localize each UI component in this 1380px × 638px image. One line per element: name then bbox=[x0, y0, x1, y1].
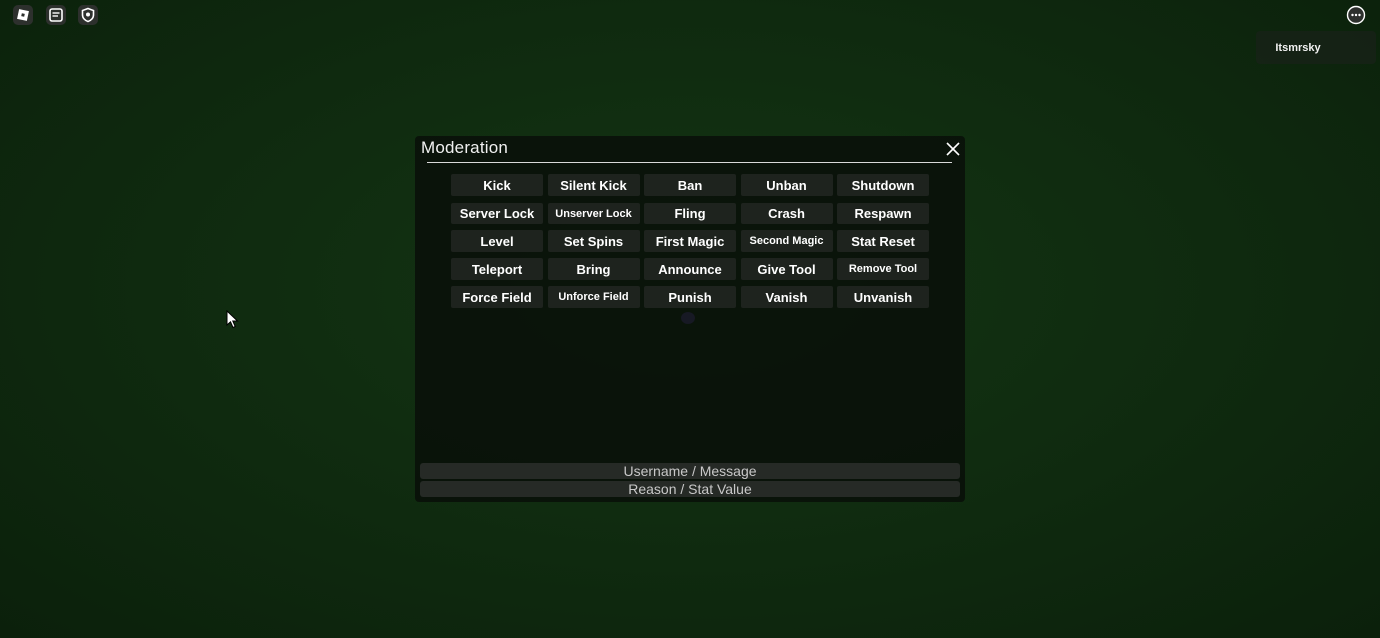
silent-kick-button[interactable]: Silent Kick bbox=[547, 174, 640, 196]
kick-button[interactable]: Kick bbox=[451, 174, 543, 196]
reason-stat-value-input[interactable] bbox=[420, 481, 960, 497]
force-field-button[interactable]: Force Field bbox=[451, 286, 543, 308]
bring-button[interactable]: Bring bbox=[547, 258, 640, 280]
unban-button[interactable]: Unban bbox=[740, 174, 833, 196]
chat-icon[interactable] bbox=[44, 3, 68, 27]
level-button[interactable]: Level bbox=[451, 230, 543, 252]
vanish-button[interactable]: Vanish bbox=[740, 286, 833, 308]
close-icon bbox=[946, 142, 960, 156]
teleport-button[interactable]: Teleport bbox=[451, 258, 543, 280]
second-magic-button[interactable]: Second Magic bbox=[740, 230, 833, 252]
ban-button[interactable]: Ban bbox=[644, 174, 736, 196]
shield-icon[interactable] bbox=[76, 3, 100, 27]
punish-button[interactable]: Punish bbox=[644, 286, 736, 308]
moderation-panel: Moderation Kick Silent Kick Ban Unban Sh… bbox=[415, 136, 965, 502]
unforce-field-button[interactable]: Unforce Field bbox=[547, 286, 640, 308]
announce-button[interactable]: Announce bbox=[644, 258, 736, 280]
unvanish-button[interactable]: Unvanish bbox=[837, 286, 929, 308]
remove-tool-button[interactable]: Remove Tool bbox=[837, 258, 929, 280]
close-button[interactable] bbox=[943, 139, 963, 159]
more-options-icon[interactable] bbox=[1344, 3, 1368, 27]
player-name[interactable]: Itsmrsky bbox=[1275, 42, 1320, 54]
set-spins-button[interactable]: Set Spins bbox=[547, 230, 640, 252]
server-lock-button[interactable]: Server Lock bbox=[451, 203, 543, 224]
mouse-cursor-icon bbox=[226, 309, 240, 335]
fling-button[interactable]: Fling bbox=[644, 203, 736, 224]
decorative-dot bbox=[681, 312, 695, 324]
roblox-logo-icon[interactable] bbox=[11, 3, 35, 27]
panel-title: Moderation bbox=[421, 138, 509, 157]
respawn-button[interactable]: Respawn bbox=[837, 203, 929, 224]
first-magic-button[interactable]: First Magic bbox=[644, 230, 736, 252]
title-divider bbox=[427, 162, 952, 163]
player-list-panel[interactable]: Itsmrsky bbox=[1256, 31, 1376, 64]
crash-button[interactable]: Crash bbox=[740, 203, 833, 224]
stat-reset-button[interactable]: Stat Reset bbox=[837, 230, 929, 252]
unserver-lock-button[interactable]: Unserver Lock bbox=[547, 203, 640, 224]
username-message-input[interactable] bbox=[420, 463, 960, 479]
shutdown-button[interactable]: Shutdown bbox=[837, 174, 929, 196]
give-tool-button[interactable]: Give Tool bbox=[740, 258, 833, 280]
command-button-grid: Kick Silent Kick Ban Unban Shutdown Serv… bbox=[451, 174, 929, 308]
